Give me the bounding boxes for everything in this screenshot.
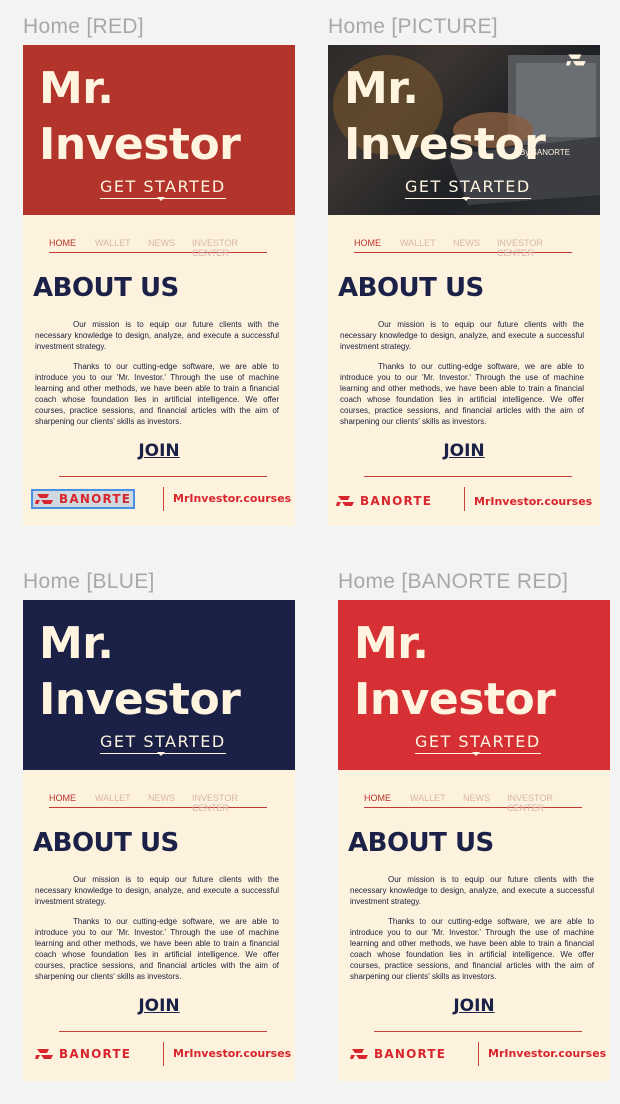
divider [374,1031,582,1032]
hero-title-line1: Mr. [39,63,114,114]
hero-title: Mr. Investor [39,61,241,173]
footer-divider [464,487,465,511]
nav-item-home[interactable]: HOME [49,238,76,248]
hero-title-line1: Mr. [344,63,419,114]
nav-item-investor-center[interactable]: INVESTOR CENTER [507,793,582,813]
about-heading: ABOUT US [33,828,179,858]
nav-bar: HOME WALLET NEWS INVESTOR CENTER [49,793,267,813]
frame-label-picture: Home [PICTURE] [328,15,498,38]
banorte-logo[interactable]: BANORTE [336,493,432,509]
hero-title-line1: Mr. [354,618,429,669]
hero-title: Mr. Investor [344,61,546,173]
banorte-logo[interactable]: BANORTE [350,1046,446,1062]
hero-banner: Mr. Investor GET STARTED [23,600,295,770]
banorte-icon [350,1049,368,1059]
courses-link[interactable]: MrInvestor.courses [173,492,291,505]
join-link[interactable]: JOIN [328,441,600,461]
about-paragraph-1: Our mission is to equip our future clien… [35,875,279,906]
chevron-down-icon [157,197,165,201]
hero-title: Mr. Investor [354,616,556,728]
hero-banner: Mr. Investor GET STARTED [23,45,295,215]
about-paragraph-2: Thanks to our cutting-edge software, we … [35,917,279,981]
about-heading: ABOUT US [33,273,179,303]
footer: BANORTE MrInvestor.courses [328,487,600,513]
banorte-wordmark: BANORTE [374,1047,447,1061]
frame-home-banorte-red: Mr. Investor GET STARTED HOME WALLET NEW… [338,600,610,1081]
nav-item-news[interactable]: NEWS [453,238,480,248]
frame-label-banorte-red: Home [BANORTE RED] [338,570,569,593]
footer-divider [163,1042,164,1066]
chevron-down-icon [157,752,165,756]
frame-home-red: Mr. Investor GET STARTED HOME WALLET NEW… [23,45,295,526]
about-paragraph-2: Thanks to our cutting-edge software, we … [35,362,279,426]
frame-label-red: Home [RED] [23,15,144,38]
join-link[interactable]: JOIN [338,996,610,1016]
chevron-down-icon [462,197,470,201]
hero-title-line2: Investor [354,674,556,725]
nav-item-investor-center[interactable]: INVESTOR CENTER [497,238,572,258]
nav-item-investor-center[interactable]: INVESTOR CENTER [192,238,267,258]
divider [59,476,267,477]
nav-item-news[interactable]: NEWS [148,238,175,248]
courses-link[interactable]: MrInvestor.courses [474,495,592,508]
nav-item-news[interactable]: NEWS [463,793,490,803]
courses-link[interactable]: MrInvestor.courses [488,1047,606,1060]
about-paragraph-2: Thanks to our cutting-edge software, we … [350,917,594,981]
banorte-logo[interactable]: BANORTE [30,489,136,509]
hero-banner: Mr. Investor By BANORTE GET STARTED [328,45,600,215]
footer-divider [478,1042,479,1066]
join-link[interactable]: JOIN [23,441,295,461]
banorte-wordmark: BANORTE [59,1047,132,1061]
courses-link[interactable]: MrInvestor.courses [173,1047,291,1060]
footer: BANORTE MrInvestor.courses [23,487,295,513]
divider [364,476,572,477]
nav-item-wallet[interactable]: WALLET [410,793,446,803]
hero-title-line2: Investor [39,674,241,725]
banorte-wordmark: BANORTE [59,492,132,506]
by-banorte-tag: By BANORTE [520,148,571,157]
banorte-icon [336,496,354,506]
nav-item-home[interactable]: HOME [49,793,76,803]
footer: BANORTE MrInvestor.courses [23,1042,295,1068]
nav-item-wallet[interactable]: WALLET [400,238,436,248]
banorte-icon [35,1049,53,1059]
hero-title-line2: Investor [344,119,546,170]
hero-title: Mr. Investor [39,616,241,728]
hero-banner: Mr. Investor GET STARTED [338,600,610,770]
frame-label-blue: Home [BLUE] [23,570,155,593]
nav-bar: HOME WALLET NEWS INVESTOR CENTER [354,238,572,258]
get-started-button[interactable]: GET STARTED [415,732,541,754]
hero-title-line1: Mr. [39,618,114,669]
about-paragraph-1: Our mission is to equip our future clien… [35,320,279,351]
get-started-button[interactable]: GET STARTED [405,177,531,199]
frame-home-picture: Mr. Investor By BANORTE GET STARTED HOME… [328,45,600,526]
nav-bar: HOME WALLET NEWS INVESTOR CENTER [364,793,582,813]
about-paragraph-1: Our mission is to equip our future clien… [350,875,594,906]
nav-item-news[interactable]: NEWS [148,793,175,803]
about-heading: ABOUT US [348,828,494,858]
hero-title-line2: Investor [39,119,241,170]
about-heading: ABOUT US [338,273,484,303]
get-started-button[interactable]: GET STARTED [100,732,226,754]
nav-item-wallet[interactable]: WALLET [95,238,131,248]
frame-home-blue: Mr. Investor GET STARTED HOME WALLET NEW… [23,600,295,1081]
about-paragraph-1: Our mission is to equip our future clien… [340,320,584,351]
about-paragraph-2: Thanks to our cutting-edge software, we … [340,362,584,426]
nav-item-investor-center[interactable]: INVESTOR CENTER [192,793,267,813]
divider [59,1031,267,1032]
get-started-button[interactable]: GET STARTED [100,177,226,199]
join-link[interactable]: JOIN [23,996,295,1016]
nav-bar: HOME WALLET NEWS INVESTOR CENTER [49,238,267,258]
banorte-wordmark: BANORTE [360,494,433,508]
footer: BANORTE MrInvestor.courses [338,1042,610,1068]
nav-item-home[interactable]: HOME [364,793,391,803]
nav-item-home[interactable]: HOME [354,238,381,248]
banorte-icon [566,54,586,66]
nav-item-wallet[interactable]: WALLET [95,793,131,803]
banorte-icon [35,494,53,504]
chevron-down-icon [472,752,480,756]
footer-divider [163,487,164,511]
banorte-logo[interactable]: BANORTE [35,1046,131,1062]
